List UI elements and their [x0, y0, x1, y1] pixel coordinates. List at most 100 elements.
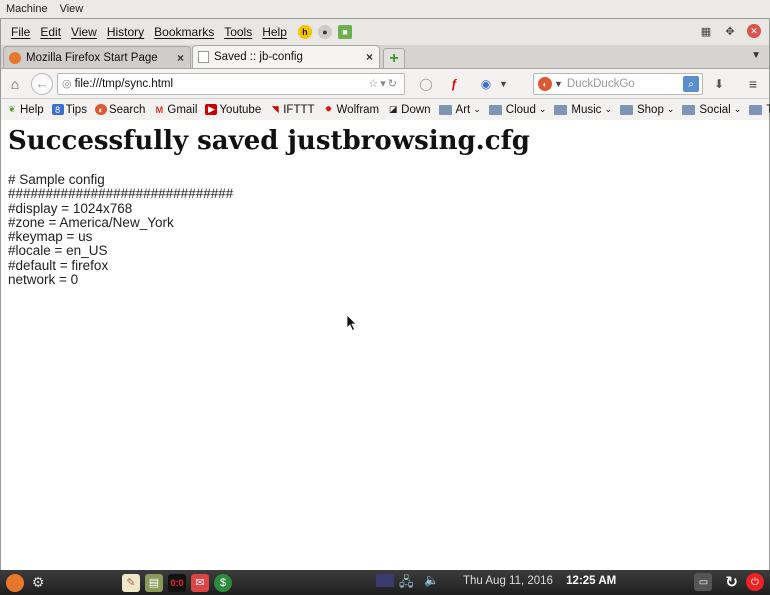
folder-icon — [438, 104, 452, 115]
bookmark-folder-art[interactable]: Art ⌄ — [438, 104, 481, 116]
menu-file[interactable]: File — [6, 25, 35, 39]
chevron-down-icon: ⌄ — [604, 104, 612, 114]
navigation-bar: ⌂ ← ◎ file:///tmp/sync.html ☆▾↻ ◯ ƒ ◉ ▼ … — [1, 69, 769, 99]
menu-help[interactable]: Help — [257, 25, 292, 39]
chevron-down-icon: ⌄ — [473, 104, 481, 114]
config-text: # Sample config ########################… — [8, 172, 762, 288]
window-close-icon[interactable]: ✕ — [747, 24, 761, 38]
chevron-down-icon[interactable]: ▼ — [554, 79, 563, 89]
search-input[interactable]: DuckDuckGo — [567, 78, 683, 90]
vm-menu-machine[interactable]: Machine — [6, 3, 48, 15]
config-line: ############################## — [8, 186, 234, 202]
tab-firefox-start[interactable]: Mozilla Firefox Start Page × — [3, 46, 191, 68]
menu-bar: File Edit View History Bookmarks Tools H… — [1, 19, 769, 45]
menu-tools[interactable]: Tools — [219, 25, 257, 39]
refresh-icon[interactable]: ↻ — [725, 573, 738, 591]
volume-icon[interactable]: 🔈 — [424, 573, 439, 587]
move-icon[interactable]: ✥ — [723, 24, 737, 38]
flash-icon[interactable]: ƒ — [445, 75, 463, 93]
wolfram-icon: ✹ — [324, 104, 333, 114]
mail-icon[interactable]: ✉ — [191, 573, 209, 592]
bookmark-folder-shop[interactable]: Shop ⌄ — [619, 103, 675, 116]
page-icon — [198, 51, 209, 63]
bookmark-label: Down — [401, 103, 431, 116]
bookmark-youtube[interactable]: ▶ Youtube — [205, 104, 261, 116]
config-line: network = 0 — [8, 272, 79, 288]
down-icon: ◪ — [388, 104, 398, 114]
bookmark-folder-tv[interactable]: TV⌄ — [749, 104, 770, 116]
config-line: #zone = America/New_York — [8, 214, 174, 230]
back-button[interactable]: ← — [31, 72, 53, 95]
bookmark-star-icon[interactable]: ☆▾↻ — [368, 77, 404, 90]
bookmark-wolfram[interactable]: ✹ Wolfram — [323, 104, 379, 116]
folder-icon — [749, 104, 763, 115]
bookmark-help[interactable]: ❦ Help — [6, 104, 43, 116]
bookmark-tips[interactable]: 8 Tips — [51, 104, 87, 116]
folder-icon — [554, 104, 568, 115]
lightbulb-icon[interactable]: ● — [317, 25, 332, 39]
search-engine-icon[interactable]: ◯ — [417, 75, 435, 93]
chevron-down-icon: ⌄ — [538, 104, 547, 114]
bookmark-search[interactable]: ◐ Search — [94, 104, 145, 116]
settings-gear-icon[interactable]: ⚙ — [29, 574, 47, 592]
bookmark-folder-cloud[interactable]: Cloud ⌄ — [488, 104, 547, 116]
chevron-down-icon[interactable]: ▼ — [499, 79, 508, 89]
search-icon[interactable]: ⌕ — [683, 76, 699, 92]
chevron-down-icon: ⌄ — [733, 104, 742, 114]
tab-title: Mozilla Firefox Start Page — [26, 51, 158, 64]
chevron-down-icon: ⌄ — [666, 104, 675, 114]
search-box[interactable]: ◐ ▼ DuckDuckGo ⌕ — [533, 73, 703, 95]
chevron-down-icon[interactable]: ▼ — [751, 50, 761, 61]
vm-menu-view[interactable]: View — [60, 3, 84, 15]
tab-close-icon[interactable]: × — [366, 50, 373, 64]
power-icon[interactable]: ⏻ — [746, 573, 764, 591]
network-icon[interactable]: 🖧 — [399, 573, 414, 595]
bookmark-gmail[interactable]: M Gmail — [153, 103, 198, 116]
addon-green-icon[interactable]: ■ — [337, 25, 352, 39]
home-icon[interactable]: ⌂ — [7, 76, 23, 92]
addon-globe-icon[interactable]: ◉ — [477, 75, 495, 93]
config-line: #display = 1024x768 — [8, 200, 133, 216]
url-bar[interactable]: ◎ file:///tmp/sync.html ☆▾↻ — [57, 72, 405, 95]
folder-icon — [682, 104, 696, 115]
gmail-icon: M — [155, 104, 164, 115]
bookmarks-toolbar: ❦ Help 8 Tips ◐ Search M Gmail ▶ Youtube ◥ IFT… — [1, 99, 770, 121]
calculator-icon[interactable]: ▤ — [145, 573, 163, 592]
addon-h-icon[interactable]: h — [297, 25, 312, 39]
menu-history[interactable]: History — [102, 25, 149, 39]
bookmark-label: Shop — [636, 103, 664, 116]
mouse-cursor-icon — [346, 314, 357, 332]
bookmark-folder-music[interactable]: Music ⌄ — [554, 104, 612, 116]
tab-title: Saved :: jb-config — [214, 51, 303, 63]
clock-app-icon[interactable]: 0:0 — [168, 573, 186, 592]
bookmark-ifttt[interactable]: ◥ IFTTT — [269, 104, 315, 116]
display-icon[interactable]: ▭ — [694, 573, 713, 591]
bookmark-down[interactable]: ◪ Down — [387, 103, 431, 116]
tab-close-icon[interactable]: × — [177, 51, 184, 65]
firefox-launcher-icon[interactable] — [6, 573, 24, 592]
config-line: #keymap = us — [8, 229, 93, 245]
bookmark-label: Music — [571, 103, 602, 116]
bookmark-label: Gmail — [167, 103, 198, 116]
tab-saved-config[interactable]: Saved :: jb-config × — [192, 45, 380, 68]
text-editor-icon[interactable]: ✎ — [122, 573, 140, 592]
clock[interactable]: Thu Aug 11, 2016 12:25 AM — [463, 575, 616, 587]
new-tab-button[interactable]: + — [383, 48, 405, 68]
us-flag-icon[interactable] — [376, 574, 394, 587]
bookmark-folder-social[interactable]: Social ⌄ — [682, 104, 741, 116]
menu-edit[interactable]: Edit — [35, 25, 66, 39]
time-text: 12:25 AM — [566, 575, 617, 587]
bookmark-label: Social — [699, 103, 731, 116]
duckduckgo-icon: ◐ — [538, 77, 552, 91]
vm-menu-bar: Machine View — [0, 0, 770, 18]
menu-bookmarks[interactable]: Bookmarks — [149, 25, 219, 39]
url-text[interactable]: file:///tmp/sync.html — [75, 78, 369, 90]
download-icon[interactable]: ⬇ — [710, 75, 728, 93]
browser-window: File Edit View History Bookmarks Tools H… — [0, 18, 770, 571]
config-line: #default = firefox — [8, 257, 109, 273]
qr-icon[interactable]: ▦ — [699, 24, 713, 38]
money-icon[interactable]: $ — [214, 573, 232, 592]
page-content: Successfully saved justbrowsing.cfg # Sa… — [1, 120, 769, 571]
menu-view[interactable]: View — [66, 25, 102, 39]
menu-hamburger-icon[interactable]: ≡ — [744, 75, 762, 93]
